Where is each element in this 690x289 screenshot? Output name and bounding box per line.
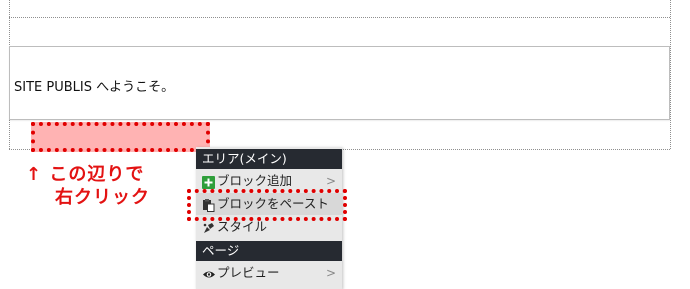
annotation-line-1: ↑ この辺りで (26, 164, 145, 185)
menu-item-add-block-label: ブロック追加 (217, 173, 293, 188)
menu-header-area: エリア(メイン) (196, 149, 342, 169)
welcome-text: SITE PUBLIS へようこそ。 (14, 80, 175, 95)
plus-icon (202, 174, 215, 189)
menu-header-page: ページ (196, 241, 342, 261)
menu-item-preview[interactable]: プレビュー > (196, 262, 342, 284)
submenu-arrow-icon: > (325, 266, 336, 280)
menu-item-style-label: スタイル (217, 219, 268, 234)
content-block[interactable]: SITE PUBLIS へようこそ。 (9, 46, 670, 120)
annotation-line-2: 右クリック (55, 187, 150, 208)
menu-item-preview-label: プレビュー (217, 265, 280, 280)
page-guide-right (670, 0, 671, 149)
style-icon (202, 220, 215, 233)
page-guide-top (9, 17, 670, 18)
paste-item-highlight (187, 189, 347, 221)
right-click-target-area[interactable] (31, 122, 210, 152)
eye-icon (202, 266, 215, 279)
